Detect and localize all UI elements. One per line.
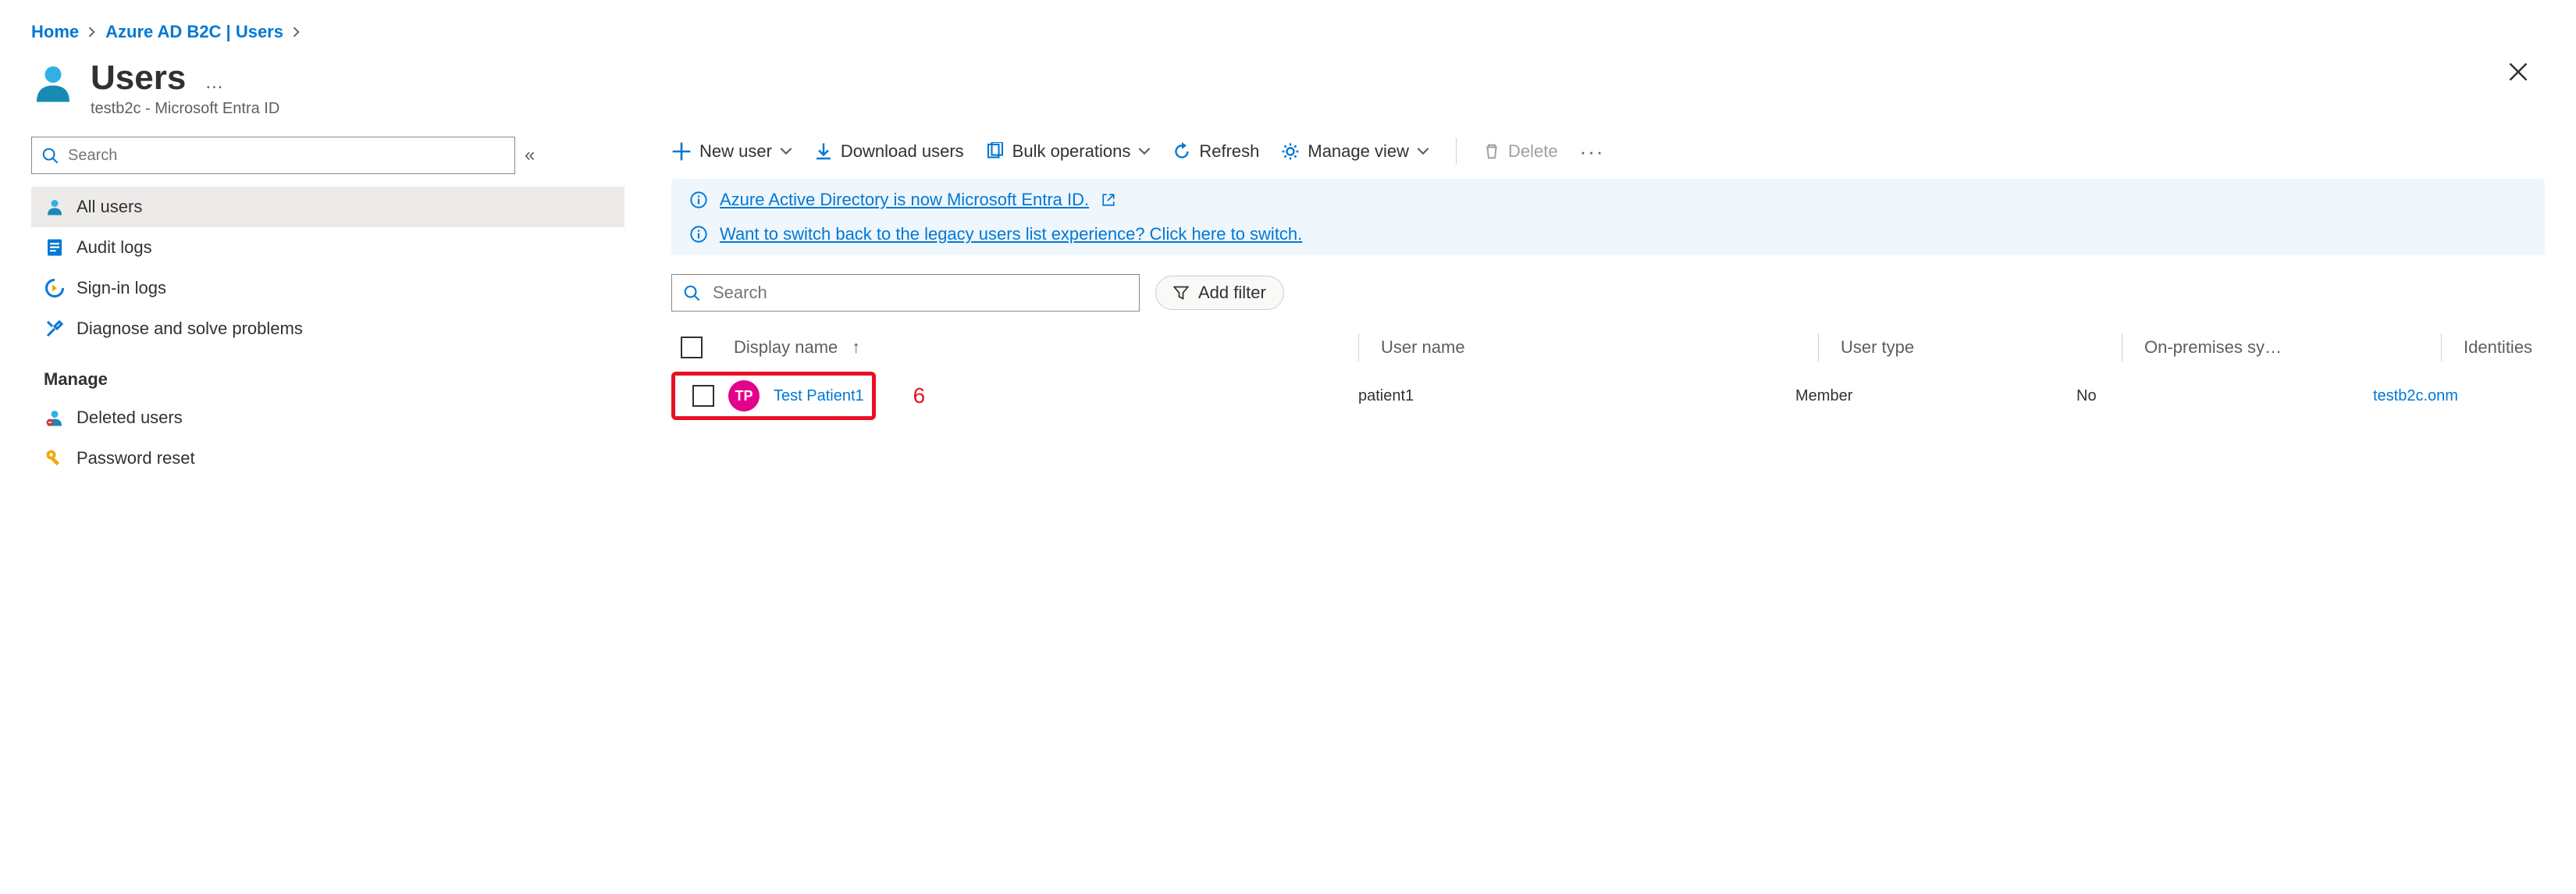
nav-signin-logs[interactable]: Sign-in logs: [31, 268, 624, 308]
toolbar-label: Bulk operations: [1012, 141, 1131, 162]
collapse-sidebar-button[interactable]: «: [525, 144, 535, 166]
nav-audit-logs[interactable]: Audit logs: [31, 227, 624, 268]
table-header: Display name ↑ User name User type On-pr…: [671, 326, 2545, 369]
chevron-down-icon: [1417, 145, 1429, 158]
col-user-type[interactable]: User type: [1841, 337, 2122, 358]
plus-icon: [671, 141, 692, 162]
nav-all-users[interactable]: All users: [31, 187, 624, 227]
user-icon: [44, 196, 66, 218]
add-filter-button[interactable]: Add filter: [1155, 276, 1284, 310]
row-checkbox[interactable]: [692, 385, 714, 407]
identities-link[interactable]: testb2c.onm: [2373, 387, 2458, 404]
sidebar-search[interactable]: [31, 137, 515, 174]
page-subtitle: testb2c - Microsoft Entra ID: [91, 100, 279, 118]
refresh-icon: [1172, 142, 1191, 161]
search-icon: [41, 147, 59, 164]
sidebar: « All users Audit logs Sign-in logs Diag…: [31, 134, 624, 479]
info-icon: [690, 191, 707, 208]
column-separator: [1818, 333, 1819, 362]
filter-icon: [1173, 285, 1189, 301]
select-all-checkbox[interactable]: [681, 337, 703, 358]
refresh-button[interactable]: Refresh: [1172, 141, 1259, 162]
cell-identities: testb2c.onm: [2373, 387, 2545, 405]
nav-deleted-users[interactable]: Deleted users: [31, 397, 624, 438]
toolbar-divider: [1456, 138, 1457, 165]
col-label: Display name: [734, 337, 838, 358]
info-link-legacy[interactable]: Want to switch back to the legacy users …: [720, 224, 1302, 244]
wrench-icon: [44, 318, 66, 340]
info-link-entra[interactable]: Azure Active Directory is now Microsoft …: [720, 190, 1089, 210]
signin-icon: [44, 277, 66, 299]
sort-asc-icon: ↑: [852, 337, 860, 358]
log-icon: [44, 237, 66, 258]
chevron-down-icon: [780, 145, 792, 158]
nav-label: All users: [76, 197, 142, 217]
main-content: New user Download users Bulk operations …: [624, 134, 2545, 479]
cell-user-type: Member: [1795, 387, 2076, 405]
header-more-button[interactable]: …: [205, 72, 223, 94]
col-identities[interactable]: Identities: [2464, 337, 2545, 358]
annotation-number: 6: [913, 383, 926, 408]
col-display-name[interactable]: Display name ↑: [734, 337, 1358, 358]
nav-label: Password reset: [76, 448, 195, 468]
toolbar: New user Download users Bulk operations …: [671, 134, 2545, 179]
sidebar-search-input[interactable]: [66, 146, 505, 166]
page-header: Users … testb2c - Microsoft Entra ID: [31, 61, 2545, 134]
key-icon: [44, 447, 66, 469]
close-button[interactable]: [2507, 61, 2529, 83]
toolbar-label: Download users: [841, 141, 964, 162]
bulk-icon: [986, 142, 1005, 161]
page-title: Users: [91, 61, 186, 95]
users-icon: [31, 61, 75, 105]
toolbar-label: Refresh: [1199, 141, 1259, 162]
user-display-name-link[interactable]: Test Patient1: [774, 387, 864, 405]
toolbar-label: Delete: [1508, 141, 1558, 162]
nav-label: Diagnose and solve problems: [76, 319, 303, 339]
users-table: Display name ↑ User name User type On-pr…: [671, 326, 2545, 422]
nav-diagnose[interactable]: Diagnose and solve problems: [31, 308, 624, 349]
deleted-user-icon: [44, 407, 66, 429]
breadcrumb-home[interactable]: Home: [31, 22, 79, 42]
manage-view-button[interactable]: Manage view: [1281, 141, 1429, 162]
toolbar-label: New user: [699, 141, 772, 162]
chevron-right-icon: [87, 27, 98, 37]
info-icon: [690, 226, 707, 243]
nav-label: Audit logs: [76, 237, 152, 258]
col-on-prem[interactable]: On-premises sy…: [2144, 337, 2441, 358]
external-link-icon: [1101, 193, 1115, 207]
trash-icon: [1483, 143, 1500, 160]
users-search[interactable]: [671, 274, 1140, 312]
users-search-input[interactable]: [711, 282, 1128, 304]
new-user-button[interactable]: New user: [671, 141, 792, 162]
cell-user-name: patient1: [1358, 387, 1795, 405]
delete-button[interactable]: Delete: [1483, 141, 1558, 162]
bulk-operations-button[interactable]: Bulk operations: [986, 141, 1151, 162]
chevron-down-icon: [1138, 145, 1151, 158]
breadcrumb-second[interactable]: Azure AD B2C | Users: [105, 22, 283, 42]
column-separator: [2441, 333, 2442, 362]
filter-label: Add filter: [1198, 283, 1266, 303]
download-users-button[interactable]: Download users: [814, 141, 964, 162]
table-row[interactable]: TP Test Patient1 6 patient1 Member No te…: [671, 369, 2545, 422]
filter-row: Add filter: [671, 255, 2545, 319]
info-banner: Azure Active Directory is now Microsoft …: [671, 179, 2545, 255]
annotation-box: TP Test Patient1: [671, 372, 876, 420]
search-icon: [683, 284, 700, 301]
nav-label: Sign-in logs: [76, 278, 166, 298]
toolbar-more-button[interactable]: ···: [1580, 140, 1605, 164]
col-user-name[interactable]: User name: [1381, 337, 1818, 358]
avatar: TP: [728, 380, 760, 411]
nav-password-reset[interactable]: Password reset: [31, 438, 624, 479]
cell-on-prem: No: [2076, 387, 2373, 405]
gear-icon: [1281, 142, 1300, 161]
breadcrumb: Home Azure AD B2C | Users: [31, 22, 2545, 61]
chevron-right-icon: [291, 27, 302, 37]
nav-label: Deleted users: [76, 408, 183, 428]
download-icon: [814, 142, 833, 161]
toolbar-label: Manage view: [1308, 141, 1409, 162]
sidebar-group-manage: Manage: [31, 349, 624, 397]
column-separator: [1358, 333, 1359, 362]
